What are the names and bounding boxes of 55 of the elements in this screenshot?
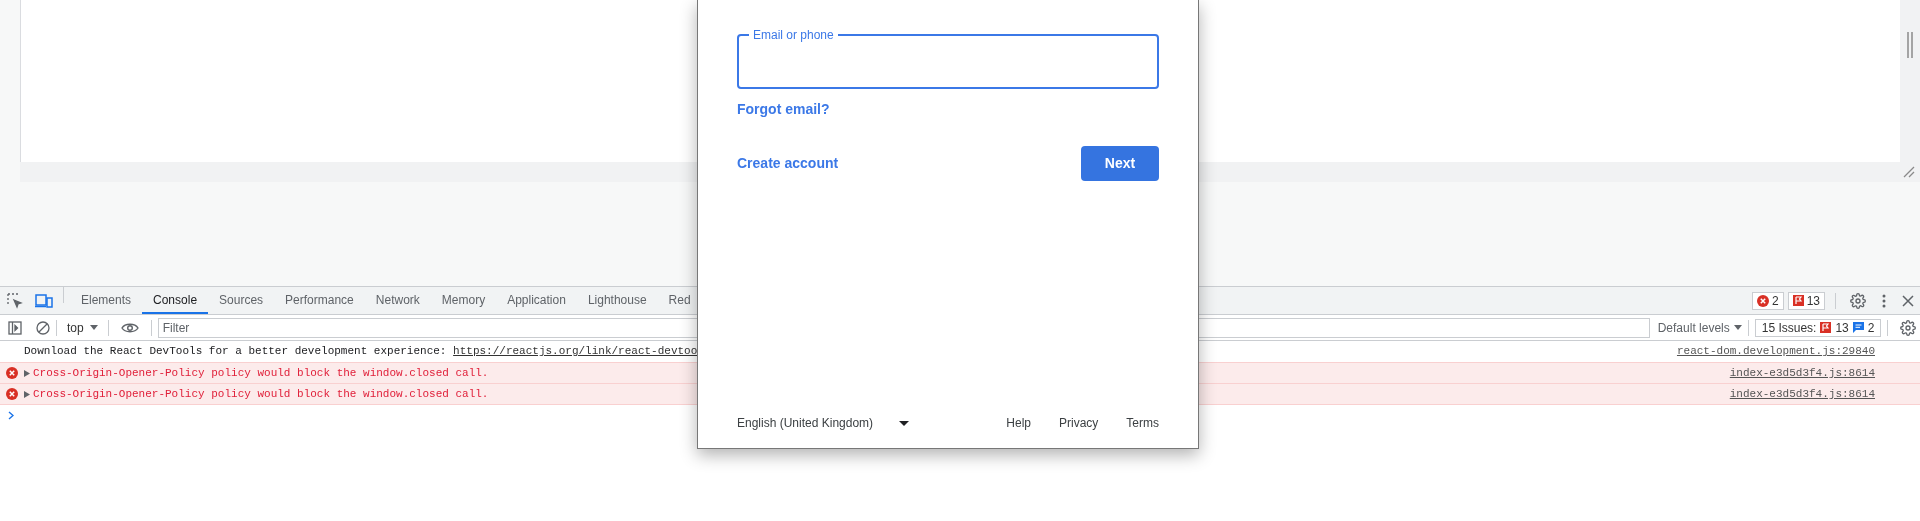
context-selector[interactable]: top bbox=[63, 318, 102, 337]
devtools-tab[interactable]: Network bbox=[364, 287, 431, 314]
devtools-tab[interactable]: Lighthouse bbox=[576, 287, 658, 314]
inspect-icon[interactable] bbox=[7, 292, 23, 309]
scrollbar-grip-icon bbox=[1907, 32, 1913, 58]
more-options-icon[interactable] bbox=[1882, 293, 1886, 308]
clear-console-icon[interactable] bbox=[36, 320, 50, 335]
prompt-icon bbox=[8, 410, 14, 420]
devtools-tab[interactable]: Red bbox=[657, 287, 702, 314]
devtools-tab[interactable]: Sources bbox=[208, 287, 275, 314]
issue-info-count: 2 bbox=[1867, 319, 1875, 337]
footer-link[interactable]: Help bbox=[1006, 414, 1031, 432]
log-levels-dropdown[interactable]: Default levels bbox=[1657, 318, 1742, 337]
expand-arrow-icon[interactable] bbox=[24, 390, 30, 398]
source-link[interactable]: react-dom.development.js:29840 bbox=[1676, 343, 1875, 360]
footer-link[interactable]: Terms bbox=[1126, 414, 1159, 432]
flag-icon bbox=[1820, 322, 1832, 333]
error-icon bbox=[1756, 294, 1769, 307]
forgot-email-link[interactable]: Forgot email? bbox=[737, 99, 830, 120]
source-link[interactable]: index-e3d5d3f4.js:8614 bbox=[1729, 385, 1875, 403]
flag-icon bbox=[1792, 295, 1804, 306]
devtools-tab[interactable]: Application bbox=[496, 287, 577, 314]
resize-grip-icon[interactable] bbox=[1903, 166, 1915, 178]
error-count-badge[interactable]: 2 bbox=[1751, 291, 1784, 310]
issue-error-count: 13 bbox=[1835, 319, 1849, 337]
issues-label: 15 Issues: bbox=[1761, 319, 1817, 337]
settings-icon[interactable] bbox=[1850, 292, 1866, 309]
issue-count-badge[interactable]: 13 bbox=[1787, 291, 1825, 310]
error-count: 2 bbox=[1771, 292, 1779, 310]
device-icon[interactable] bbox=[35, 293, 53, 308]
issues-button[interactable]: 15 Issues: 13 2 bbox=[1754, 318, 1882, 337]
console-message: Cross-Origin-Opener-Policy policy would block the window.closed call. bbox=[33, 365, 489, 381]
devtools-tab[interactable]: Elements bbox=[70, 287, 143, 314]
footer-link[interactable]: Privacy bbox=[1059, 414, 1099, 432]
message-icon bbox=[1852, 322, 1864, 333]
caret-icon bbox=[89, 325, 98, 330]
source-link[interactable]: index-e3d5d3f4.js:8614 bbox=[1729, 364, 1875, 382]
close-icon[interactable] bbox=[1902, 294, 1914, 307]
console-message: Cross-Origin-Opener-Policy policy would block the window.closed call. bbox=[33, 386, 489, 402]
next-button[interactable]: Next bbox=[1081, 146, 1159, 181]
language-select[interactable]: English (United Kingdom) bbox=[737, 414, 910, 432]
eye-icon[interactable] bbox=[120, 321, 139, 334]
error-icon bbox=[6, 388, 18, 400]
sidebar-toggle-icon[interactable] bbox=[8, 320, 22, 335]
settings-icon[interactable] bbox=[1900, 319, 1917, 336]
devtools-tab[interactable]: Performance bbox=[274, 287, 365, 314]
expand-arrow-icon[interactable] bbox=[24, 369, 30, 377]
caret-icon bbox=[899, 420, 910, 426]
create-account-link[interactable]: Create account bbox=[737, 153, 839, 174]
caret-icon bbox=[1733, 325, 1742, 330]
console-link[interactable]: https://reactjs.org/link/react-devtoo bbox=[453, 343, 698, 360]
error-icon bbox=[6, 367, 18, 379]
issue-count: 13 bbox=[1806, 292, 1820, 310]
console-message: Download the React DevTools for a better development experience: bbox=[24, 344, 448, 360]
devtools-tab[interactable]: Memory bbox=[430, 287, 497, 314]
